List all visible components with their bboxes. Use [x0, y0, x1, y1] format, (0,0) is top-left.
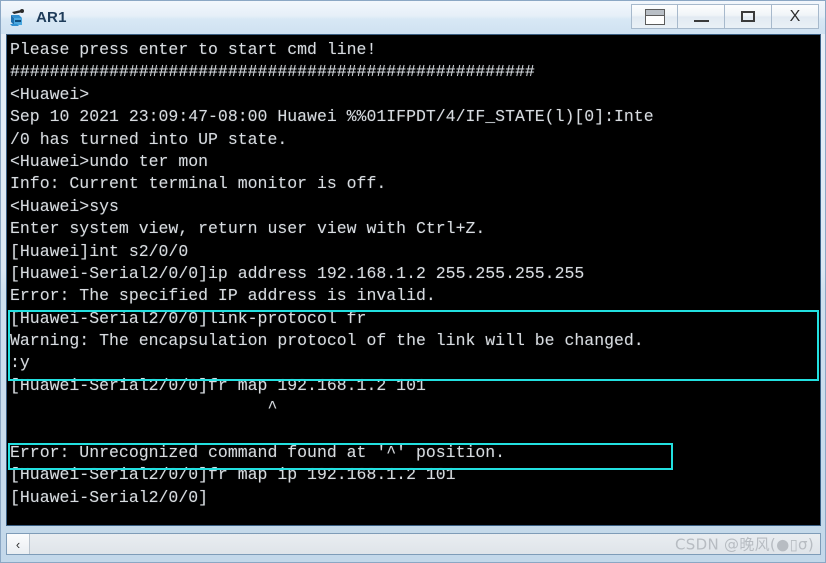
terminal-line: ^	[10, 398, 278, 418]
router-icon	[8, 7, 30, 29]
horizontal-scrollbar[interactable]: ‹ CSDN @晚风(●▯σ)	[6, 533, 821, 555]
window-titlebar[interactable]: AR1 X	[1, 1, 825, 34]
terminal-line: Error: The specified IP address is inval…	[10, 286, 436, 306]
maximize-icon	[741, 11, 755, 22]
terminal-line: [Huawei-Serial2/0/0]fr map 192.168.1.2 1…	[10, 375, 426, 395]
minimize-window-button[interactable]	[678, 4, 725, 29]
restore-icon	[644, 8, 665, 25]
terminal-line: Sep 10 2021 23:09:47-08:00 Huawei %%01IF…	[10, 107, 654, 127]
terminal-line: [Huawei]int s2/0/0	[10, 241, 189, 261]
terminal-line: Info: Current terminal monitor is off.	[10, 174, 387, 194]
terminal-line: /0 has turned into UP state.	[10, 129, 288, 149]
ar1-terminal-window: AR1 X Please press enter to start cmd li…	[0, 0, 826, 563]
terminal-frame: Please press enter to start cmd line! ###…	[6, 34, 821, 526]
terminal-line: [Huawei-Serial2/0/0]link-protocol fr	[10, 308, 367, 328]
terminal-line: <Huawei>sys	[10, 196, 119, 216]
terminal-line: [Huawei-Serial2/0/0]ip address 192.168.1…	[10, 263, 585, 283]
scroll-left-arrow-icon[interactable]: ‹	[7, 534, 30, 554]
terminal-line: <Huawei>undo ter mon	[10, 151, 209, 171]
terminal-line: :y	[10, 353, 30, 373]
terminal-line: Enter system view, return user view with…	[10, 219, 486, 239]
close-icon: X	[789, 7, 801, 25]
terminal-line: Error: Unrecognized command found at '^'…	[10, 443, 506, 463]
terminal-line: [Huawei-Serial2/0/0]	[10, 487, 209, 507]
watermark-text: CSDN @晚风(●▯σ)	[675, 535, 814, 554]
minimize-icon	[693, 20, 709, 22]
terminal-line: ########################################…	[10, 62, 535, 82]
terminal-output[interactable]: Please press enter to start cmd line! ###…	[7, 35, 820, 525]
terminal-line: <Huawei>	[10, 84, 90, 104]
restore-window-button[interactable]	[631, 4, 678, 29]
close-window-button[interactable]: X	[772, 4, 819, 29]
maximize-window-button[interactable]	[725, 4, 772, 29]
terminal-line: [Huawei-Serial2/0/0]fr map ip 192.168.1.…	[10, 465, 456, 485]
terminal-line: Warning: The encapsulation protocol of t…	[10, 331, 644, 351]
terminal-line: Please press enter to start cmd line!	[10, 40, 377, 59]
window-controls: X	[631, 4, 819, 29]
window-title: AR1	[36, 9, 67, 26]
scrollbar-track[interactable]: CSDN @晚风(●▯σ)	[30, 534, 820, 554]
